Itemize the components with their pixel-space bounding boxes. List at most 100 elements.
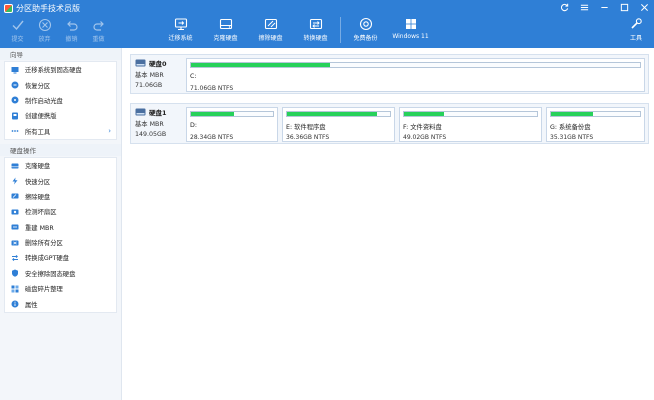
partition-d[interactable]: D: 28.34GB NTFS	[186, 107, 278, 142]
partition-desc: 28.34GB NTFS	[190, 134, 234, 141]
tools-button[interactable]: 工具	[624, 17, 648, 45]
partition-name: E: 软件程序盘	[286, 124, 326, 131]
sidebar-item-all-tools[interactable]: 所有工具 ›	[5, 124, 116, 139]
sidebar-item-quick-partition[interactable]: 快速分区	[5, 173, 116, 188]
migrate-icon	[11, 66, 19, 74]
sidebar-item-secure-erase[interactable]: 安全擦除固态硬盘	[5, 266, 116, 281]
sidebar-item-label: 恢复分区	[25, 82, 51, 90]
wipe-disk-icon	[264, 18, 277, 30]
disk-0-name: 硬盘0	[149, 60, 167, 68]
partition-name: D:	[190, 122, 197, 129]
convert-disk-button[interactable]: 转换硬盘	[293, 17, 338, 45]
convert-disk-icon	[309, 18, 322, 30]
more-icon	[11, 127, 19, 135]
disk-1-info: 硬盘1 基本 MBR 149.05GB	[135, 107, 183, 140]
migrate-system-label: 迁移系统	[168, 35, 193, 42]
sidebar-item-bad-sector[interactable]: 检测坏扇区	[5, 204, 116, 219]
redo-button[interactable]: 重做	[85, 18, 112, 46]
undo-icon	[66, 21, 78, 31]
partition-e[interactable]: E: 软件程序盘 36.36GB NTFS	[282, 107, 395, 142]
partition-desc: 36.36GB NTFS	[286, 134, 330, 141]
sidebar-item-label: 制作启动光盘	[25, 97, 63, 105]
maximize-icon[interactable]	[618, 1, 630, 13]
usage-bar-fill	[287, 112, 377, 116]
disk-1-row[interactable]: 硬盘1 基本 MBR 149.05GB D: 28.34GB NTFS E: 软…	[130, 103, 649, 144]
portable-icon	[11, 112, 19, 120]
recover-icon	[11, 81, 19, 89]
rebuild-icon	[11, 223, 19, 231]
minimize-icon[interactable]	[598, 1, 610, 13]
sidebar-item-label: 所有工具	[25, 128, 51, 136]
undo-button[interactable]: 撤销	[58, 18, 85, 46]
menu-icon[interactable]	[578, 1, 590, 13]
title-bar: 分区助手技术员版	[4, 2, 80, 14]
info-icon	[11, 300, 19, 308]
commit-label: 提交	[11, 36, 24, 43]
disk-0-type: 基本 MBR	[135, 72, 164, 79]
sidebar-item-portable[interactable]: 创建便携版	[5, 108, 116, 123]
sidebar-item-label: 快速分区	[25, 178, 51, 186]
delete-icon	[11, 239, 19, 247]
wipe-disk-button[interactable]: 擦除硬盘	[248, 17, 293, 45]
convert-icon	[11, 254, 19, 262]
secure-erase-icon	[11, 269, 19, 277]
discard-icon	[38, 18, 51, 32]
partition-c[interactable]: C: 71.06GB NTFS	[186, 58, 645, 92]
sidebar-item-rebuild-mbr[interactable]: 重建 MBR	[5, 220, 116, 235]
partition-desc: 49.02GB NTFS	[403, 134, 447, 141]
free-backup-icon	[359, 17, 372, 31]
disk-1-type: 基本 MBR	[135, 121, 164, 128]
refresh-icon[interactable]	[558, 1, 570, 13]
sidebar-item-label: 删除所有分区	[25, 240, 63, 248]
usage-bar-fill	[191, 63, 331, 67]
commit-button[interactable]: 提交	[4, 18, 31, 46]
usage-bar	[286, 111, 391, 117]
sidebar-item-defrag[interactable]: 磁盘碎片整理	[5, 281, 116, 296]
sidebar-item-label: 检测坏扇区	[25, 209, 57, 217]
sidebar-item-label: 转换成GPT硬盘	[25, 255, 70, 263]
sidebar-item-delete-all[interactable]: 删除所有分区	[5, 235, 116, 250]
sidebar-item-label: 克隆硬盘	[25, 163, 51, 171]
convert-disk-label: 转换硬盘	[303, 35, 328, 42]
sidebar-item-properties[interactable]: 属性	[5, 296, 116, 311]
clone-disk-button[interactable]: 克隆硬盘	[203, 17, 248, 45]
sidebar-item-convert-gpt[interactable]: 转换成GPT硬盘	[5, 250, 116, 265]
partition-desc: 71.06GB NTFS	[190, 85, 234, 92]
sidebar-item-recover[interactable]: 恢复分区	[5, 77, 116, 92]
disk-ops-list: 克隆硬盘 快速分区 擦除硬盘 检测坏扇区 重建 MBR 删除所有分区 转换成GP…	[4, 156, 117, 313]
sidebar-item-migrate-os[interactable]: 迁移系统到固态硬盘	[5, 62, 116, 77]
clone-icon	[11, 162, 19, 170]
sidebar-item-label: 磁盘碎片整理	[25, 286, 63, 294]
tools-label: 工具	[629, 35, 642, 42]
disk-0-size: 71.06GB	[135, 82, 163, 89]
windows11-label: Windows 11	[392, 33, 429, 40]
disk-0-row[interactable]: 硬盘0 基本 MBR 71.06GB C: 71.06GB NTFS	[130, 54, 649, 94]
undo-label: 撤销	[65, 36, 78, 43]
usage-bar-fill	[404, 112, 444, 116]
discard-button[interactable]: 放弃	[31, 18, 58, 46]
partition-g[interactable]: G: 系统备份盘 35.31GB NTFS	[546, 107, 645, 142]
sidebar-item-wipe-disk[interactable]: 擦除硬盘	[5, 189, 116, 204]
redo-label: 重做	[92, 36, 105, 43]
sidebar-item-label: 创建便携版	[25, 113, 57, 121]
windows11-button[interactable]: Windows 11	[388, 17, 433, 45]
sidebar-item-label: 属性	[25, 301, 38, 309]
free-backup-button[interactable]: 免费备份	[343, 17, 388, 45]
wipe-disk-label: 擦除硬盘	[258, 35, 283, 42]
edit-toolbar: 提交 放弃 撤销 重做	[4, 18, 112, 46]
tools-area: 工具	[624, 17, 648, 45]
partition-f[interactable]: F: 文件资料盘 49.02GB NTFS	[399, 107, 542, 142]
sidebar-item-label: 重建 MBR	[25, 224, 54, 232]
usage-bar	[190, 111, 274, 117]
sidebar-item-label: 迁移系统到固态硬盘	[25, 67, 82, 75]
close-icon[interactable]	[638, 1, 650, 13]
usage-bar	[190, 62, 641, 68]
discard-label: 放弃	[38, 36, 51, 43]
disk-map-area: 硬盘0 基本 MBR 71.06GB C: 71.06GB NTFS 硬盘1 基…	[123, 48, 654, 400]
main-toolbar: 迁移系统 克隆硬盘 擦除硬盘 转换硬盘 免费备份 Windows 11	[158, 17, 433, 45]
migrate-system-button[interactable]: 迁移系统	[158, 17, 203, 45]
disk-ops-section-title: 硬盘操作	[0, 143, 121, 156]
top-toolbar: 分区助手技术员版 提交 放弃 撤销 重做 迁移系统 克隆硬盘 擦除硬盘 转换硬盘…	[0, 0, 654, 48]
sidebar-item-clone-disk[interactable]: 克隆硬盘	[5, 158, 116, 173]
sidebar-item-boot-disc[interactable]: 制作启动光盘	[5, 93, 116, 108]
